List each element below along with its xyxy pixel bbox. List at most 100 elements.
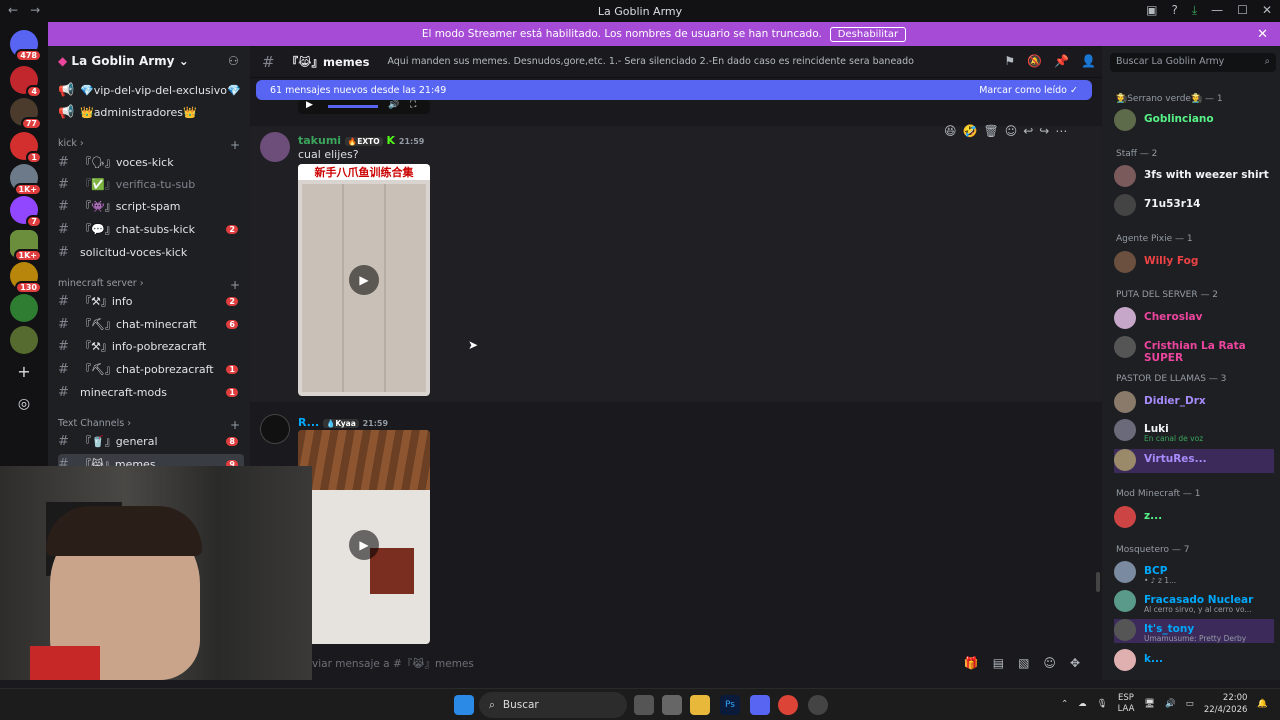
server-icon[interactable]: 77 [10, 98, 42, 130]
app-icon[interactable] [808, 695, 828, 715]
video-attachment[interactable]: 新手八爪鱼训练合集 ▶ [298, 164, 430, 396]
scrollbar-thumb[interactable] [1096, 572, 1100, 592]
play-icon[interactable]: ▶ [306, 100, 313, 110]
discover-icon[interactable]: ◎ [10, 390, 38, 418]
channel-solicitud-voces-kick[interactable]: # solicitud-voces-kick [58, 242, 244, 262]
chevron-up-icon[interactable]: ⌃ [1061, 699, 1068, 709]
member-item[interactable]: Cristhian La Rata SUPER [1114, 336, 1274, 364]
server-search-input[interactable]: Buscar La Goblin Army ⌕ [1110, 53, 1276, 72]
close-banner-icon[interactable]: ✕ [1257, 27, 1268, 42]
video-attachment[interactable]: ▶ [298, 430, 430, 644]
channel-admins[interactable]: 📢 👑administradores👑 [58, 102, 244, 122]
mute-bell-icon[interactable]: 🔕 [1027, 54, 1042, 68]
play-icon[interactable]: ▶ [349, 265, 379, 295]
inbox-icon[interactable]: ▣ [1146, 3, 1157, 18]
category-text-channels[interactable]: Text Channels › + [58, 418, 240, 432]
member-item[interactable]: Didier_Drx [1114, 391, 1274, 415]
new-messages-bar[interactable]: 61 mensajes nuevos desde las 21:49 Marca… [256, 80, 1092, 100]
channel-script-spam[interactable]: # 『👾』script-spam [58, 196, 244, 216]
channel-verifica-tu-sub[interactable]: # 『✅』verifica-tu-sub [58, 174, 244, 194]
category-minecraft[interactable]: minecraft server › + [58, 278, 240, 292]
member-item[interactable]: 71u53r14 [1114, 194, 1274, 218]
add-reaction-icon[interactable]: ☺ [1005, 124, 1018, 138]
member-item[interactable]: It's_tony Umamusume: Pretty Derby [1114, 619, 1274, 643]
channel-chat-minecraft[interactable]: # 『⛏』chat-minecraft 6 [58, 314, 244, 334]
member-list-icon[interactable]: 👤 [1081, 54, 1096, 68]
channel-vip[interactable]: 📢 💎vip-del-vip-del-exclusivo💎 [58, 80, 244, 100]
progress-track[interactable] [328, 105, 378, 108]
server-icon[interactable]: 1 [10, 132, 42, 164]
channel-info[interactable]: # 『⚒』info 2 [58, 291, 244, 311]
goblin-army-server-icon[interactable]: 1K+ [10, 230, 42, 262]
message-composer[interactable]: viar mensaje a #『😹』memes 🎁 ▤ ▧ ☺ ✥ [266, 650, 1092, 676]
server-name-header[interactable]: ◆ La Goblin Army ⌄ [58, 54, 189, 68]
back-arrow-icon[interactable]: ← [8, 3, 18, 17]
forward-arrow-icon[interactable]: → [30, 3, 40, 17]
direct-messages-icon[interactable]: 478 [10, 30, 42, 62]
server-icon[interactable]: 1K+ [10, 164, 42, 196]
add-channel-icon[interactable]: + [230, 278, 240, 292]
member-item[interactable]: Luki En canal de voz [1114, 419, 1274, 443]
member-item[interactable]: Cheroslav [1114, 307, 1274, 331]
channel-topic[interactable]: Aqui manden sus memes. Desnudos,gore,etc… [387, 56, 914, 67]
maximize-icon[interactable]: ☐ [1237, 3, 1248, 18]
threads-icon[interactable]: ⚑ [1004, 54, 1015, 68]
more-options-icon[interactable]: ⋯ [1055, 124, 1067, 138]
member-item[interactable]: Fracasado Nuclear Al cerro sirvo, y al ce… [1114, 590, 1274, 614]
video-controls[interactable]: ▶ 🔊 ⛶ [298, 100, 430, 114]
disable-streamer-button[interactable]: Deshabilitar [829, 26, 907, 42]
minimize-icon[interactable]: — [1211, 3, 1223, 18]
server-icon[interactable] [10, 294, 38, 322]
channel-chat-subs-kick[interactable]: # 『💬』chat-subs-kick 2 [58, 219, 244, 239]
apps-icon[interactable]: ✥ [1070, 656, 1080, 670]
message-author[interactable]: takumi 🔥EXTO K 21:59 [298, 134, 424, 147]
member-item[interactable]: Goblinciano [1114, 109, 1274, 133]
member-item[interactable]: k... [1114, 649, 1274, 673]
task-view-icon[interactable] [634, 695, 654, 715]
close-window-icon[interactable]: ✕ [1262, 3, 1272, 18]
volume-icon[interactable]: 🔊 [1165, 699, 1176, 709]
play-icon[interactable]: ▶ [349, 530, 379, 560]
server-icon[interactable]: 4 [10, 66, 42, 98]
channel-general[interactable]: # 『🥤』general 8 [58, 431, 244, 451]
twitch-server-icon[interactable]: 7 [10, 196, 42, 228]
member-item[interactable]: z... [1114, 506, 1274, 530]
pin-icon[interactable]: 📌 [1054, 54, 1069, 68]
avatar[interactable] [260, 414, 290, 444]
windows-start-icon[interactable] [454, 695, 474, 715]
file-explorer-icon[interactable] [690, 695, 710, 715]
reply-icon[interactable]: ↩ [1023, 124, 1033, 138]
category-kick[interactable]: kick › + [58, 138, 240, 152]
add-member-icon[interactable]: ⚇ [228, 54, 239, 68]
fullscreen-icon[interactable]: ⛶ [410, 100, 416, 110]
gif-icon[interactable]: ▤ [993, 656, 1004, 670]
chrome-icon[interactable] [778, 695, 798, 715]
notification-icon[interactable]: 🔔 [1257, 699, 1268, 709]
add-server-icon[interactable]: + [10, 358, 38, 386]
help-icon[interactable]: ? [1171, 3, 1177, 18]
channel-info-pobrezacraft[interactable]: # 『⚒』info-pobrezacraft [58, 336, 244, 356]
discord-icon[interactable] [750, 695, 770, 715]
volume-icon[interactable]: 🔊 [388, 100, 399, 110]
mark-read-button[interactable]: Marcar como leído ✓ [979, 85, 1078, 96]
download-icon[interactable]: ⤓ [1192, 3, 1197, 18]
member-item[interactable]: 3fs with weezer shirt [1114, 165, 1274, 189]
channel-minecraft-mods[interactable]: # minecraft-mods 1 [58, 382, 244, 402]
emoji-reaction-icon[interactable]: 😆 [944, 124, 957, 138]
photoshop-icon[interactable]: Ps [720, 695, 740, 715]
member-item[interactable]: BCP • ♪ z 1... [1114, 561, 1274, 585]
language-indicator[interactable]: ESP LAA [1118, 693, 1135, 715]
network-icon[interactable]: 🖥 [1144, 699, 1155, 709]
emoji-icon[interactable]: ☺ [1043, 656, 1056, 670]
emoji-reaction-icon[interactable]: 🤣 [963, 124, 978, 138]
avatar[interactable] [260, 132, 290, 162]
emoji-reaction-icon[interactable]: 🗑 [983, 124, 998, 138]
gift-icon[interactable]: 🎁 [964, 656, 979, 670]
message-author[interactable]: R... 💧Kyaa 21:59 [298, 416, 388, 429]
add-channel-icon[interactable]: + [230, 138, 240, 152]
sticker-icon[interactable]: ▧ [1018, 656, 1029, 670]
microphone-icon[interactable]: 🎙 [1097, 699, 1108, 709]
channel-voces-kick[interactable]: # 『🗣』voces-kick [58, 152, 244, 172]
app-icon[interactable] [662, 695, 682, 715]
add-channel-icon[interactable]: + [230, 418, 240, 432]
